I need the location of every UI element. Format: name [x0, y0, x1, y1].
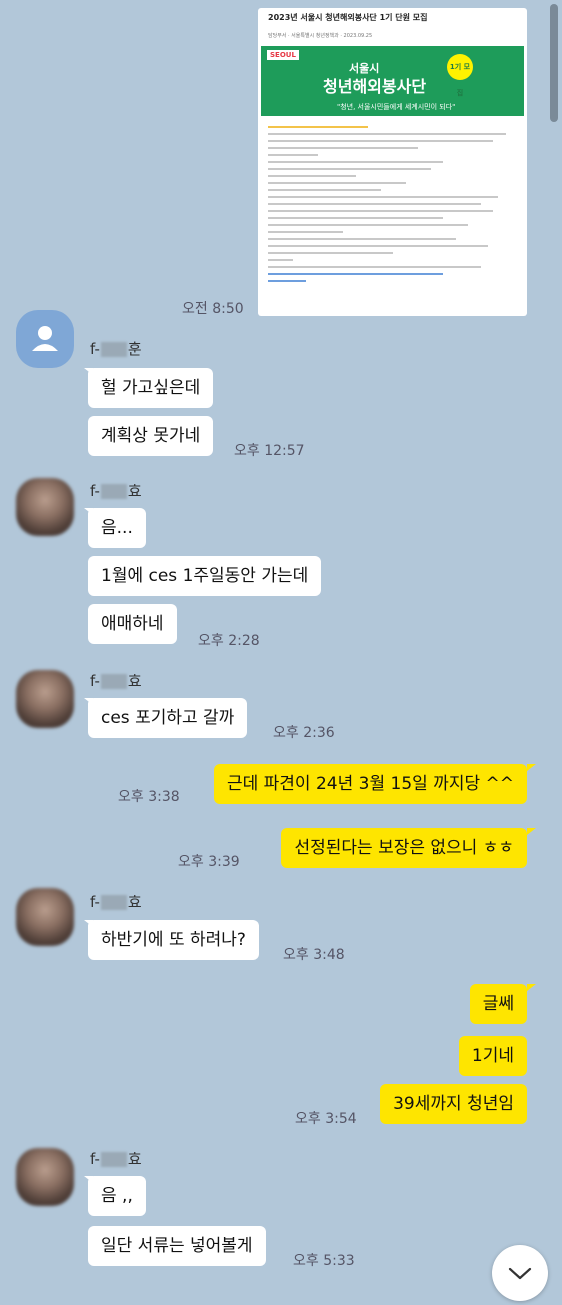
name-redaction	[100, 1152, 127, 1167]
message-timestamp: 오후 2:36	[273, 725, 335, 741]
scroll-to-bottom-button[interactable]	[492, 1245, 548, 1301]
message-bubble[interactable]: 헐 가고싶은데	[88, 368, 214, 408]
image-badge: 1기 모집	[447, 54, 473, 97]
person-icon	[32, 326, 58, 351]
avatar[interactable]	[16, 1148, 74, 1206]
banner-line3: "청년, 서울시민들에게 세계시민이 되다"	[337, 103, 456, 111]
my-message-bubble[interactable]: 글쎄	[469, 984, 527, 1024]
image-doc-body	[268, 121, 518, 287]
my-message-bubble[interactable]: 39세까지 청년임	[380, 1084, 527, 1124]
name-redaction	[100, 484, 127, 499]
message-bubble[interactable]: 음...	[88, 508, 146, 548]
message-bubble[interactable]: 일단 서류는 넣어볼게	[88, 1226, 266, 1266]
avatar[interactable]	[16, 310, 74, 368]
message-timestamp: 오후 5:33	[293, 1253, 355, 1269]
message-timestamp: 오후 2:28	[198, 633, 260, 649]
message-bubble[interactable]: ces 포기하고 갈까	[88, 698, 248, 738]
scrollbar-thumb[interactable]	[550, 4, 558, 122]
image-banner: SEOUL 1기 모집 서울시 청년해외봉사단 "청년, 서울시민들에게 세계시…	[261, 46, 524, 116]
message-timestamp: 오후 12:57	[234, 443, 305, 459]
banner-line2: 청년해외봉사단	[323, 77, 427, 96]
sender-name: f- 효	[90, 482, 142, 500]
image-doc-meta: 담당부서 · 서울특별시 청년정책과 · 2023.09.25	[268, 33, 373, 39]
sender-name: f- 훈	[90, 340, 142, 358]
my-message-bubble[interactable]: 1기네	[458, 1036, 527, 1076]
name-redaction	[100, 674, 127, 689]
scrollbar-track[interactable]	[546, 0, 562, 1284]
image-doc-title: 2023년 서울시 청년해외봉사단 1기 단원 모집	[268, 13, 428, 22]
avatar[interactable]	[16, 478, 74, 536]
avatar[interactable]	[16, 670, 74, 728]
my-message-bubble[interactable]: 근데 파견이 24년 3월 15일 까지당 ^^	[213, 764, 527, 804]
image-timestamp: 오전 8:50	[182, 301, 244, 317]
sender-name: f- 효	[90, 1150, 142, 1168]
message-bubble[interactable]: 1월에 ces 1주일동안 가는데	[88, 556, 322, 596]
message-timestamp: 오후 3:38	[118, 789, 180, 805]
message-bubble[interactable]: 계획상 못가네	[88, 416, 214, 456]
name-redaction	[100, 895, 127, 910]
my-message-bubble[interactable]: 선정된다는 보장은 없으니 ㅎㅎ	[281, 828, 527, 868]
sender-name: f- 효	[90, 893, 142, 911]
message-timestamp: 오후 3:39	[178, 854, 240, 870]
message-bubble[interactable]: 음 ,,	[88, 1176, 146, 1216]
message-timestamp: 오후 3:48	[283, 947, 345, 963]
sender-name: f- 효	[90, 672, 142, 690]
name-redaction	[100, 342, 127, 357]
message-bubble[interactable]: 하반기에 또 하려나?	[88, 920, 259, 960]
message-bubble[interactable]: 애매하네	[88, 604, 177, 644]
shared-image-card[interactable]: 2023년 서울시 청년해외봉사단 1기 단원 모집 담당부서 · 서울특별시 …	[258, 8, 527, 316]
chevron-down-icon	[508, 1267, 532, 1280]
seoul-logo: SEOUL	[267, 50, 299, 60]
message-timestamp: 오후 3:54	[295, 1111, 357, 1127]
avatar[interactable]	[16, 888, 74, 946]
